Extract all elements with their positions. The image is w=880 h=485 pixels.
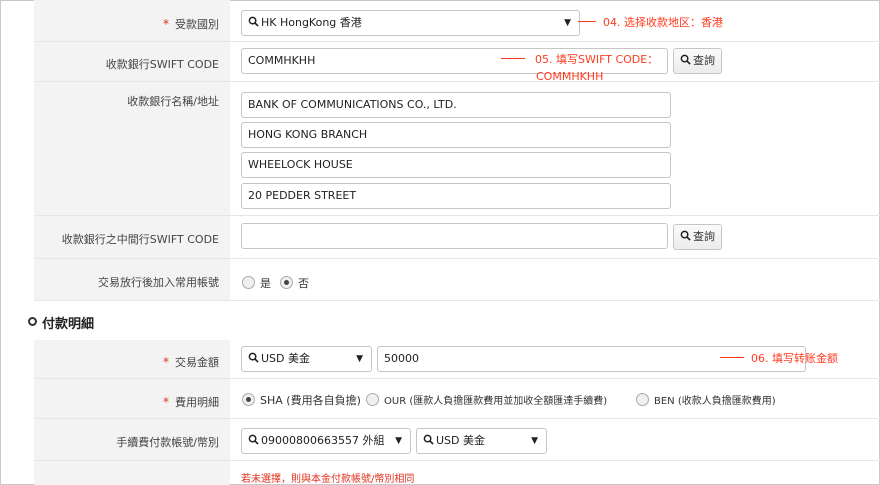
radio-no[interactable] <box>280 276 293 289</box>
row-add-common: 交易放行後加入常用帳號 <box>34 259 880 301</box>
label-cell: * 受款國別 <box>34 0 230 41</box>
swift-label: 收款銀行SWIFT CODE <box>105 58 219 71</box>
fee-account-hint: 若未選擇，則與本金付款帳號/幣別相同 <box>241 474 415 485</box>
caret-down-icon: ▼ <box>395 436 402 446</box>
intermediary-label: 收款銀行之中間行SWIFT CODE <box>61 233 219 246</box>
label-cell: 收款銀行SWIFT CODE <box>34 42 230 81</box>
caret-down-icon: ▼ <box>564 18 571 28</box>
row-hint <box>34 461 880 485</box>
label-cell: 手續費付款帳號/幣別 <box>34 419 230 460</box>
bank-name-line-2[interactable]: HONG KONG BRANCH <box>241 122 671 148</box>
search-button-label: 查詢 <box>693 230 715 243</box>
fee-ben-label: BEN (收款人負擔匯款費用) <box>654 396 776 407</box>
label-cell: 收款銀行之中間行SWIFT CODE <box>34 216 230 258</box>
currency-value: USD 美金 <box>261 352 311 365</box>
label-cell <box>34 461 230 485</box>
caret-down-icon: ▼ <box>531 436 538 446</box>
search-icon <box>248 434 259 445</box>
required-star: * <box>163 395 169 409</box>
bank-name-label: 收款銀行名稱/地址 <box>127 95 219 108</box>
search-icon <box>248 16 259 27</box>
section-title: 付款明細 <box>42 317 95 332</box>
radio-fee-our[interactable] <box>366 393 379 406</box>
bank-line-text: 20 PEDDER STREET <box>248 189 357 202</box>
bank-line-text: WHEELOCK HOUSE <box>248 158 353 171</box>
intermediary-search-button[interactable]: 查詢 <box>673 224 722 250</box>
country-value: HK HongKong 香港 <box>261 16 362 29</box>
radio-fee-sha[interactable] <box>242 393 255 406</box>
fee-label: * 費用明細 <box>163 395 219 409</box>
label-cell: 收款銀行名稱/地址 <box>34 82 230 215</box>
fee-account-value: 09000800663557 外組 <box>261 434 385 447</box>
country-label: * 受款國別 <box>163 17 219 31</box>
amount-value: 50000 <box>384 352 419 365</box>
bank-name-line-1[interactable]: BANK OF COMMUNICATIONS CO., LTD. <box>241 92 671 118</box>
radio-no-label: 否 <box>298 277 309 290</box>
search-icon <box>248 352 259 363</box>
search-icon <box>680 54 691 65</box>
annotation-04: 04. 选择收款地区：香港 <box>603 16 723 29</box>
amount-currency-select[interactable]: USD 美金 ▼ <box>241 346 372 372</box>
fee-currency-select[interactable]: USD 美金 ▼ <box>416 428 547 454</box>
search-button-label: 查詢 <box>693 54 715 67</box>
fee-our-label: OUR (匯款人負擔匯款費用並加收全額匯達手續費) <box>384 396 608 407</box>
swift-search-button[interactable]: 查詢 <box>673 48 722 74</box>
label-cell: * 費用明細 <box>34 379 230 418</box>
label-cell: * 交易金額 <box>34 340 230 378</box>
annotation-arrow-line <box>720 357 744 358</box>
annotation-arrow-line <box>578 21 596 22</box>
swift-value: COMMHKHH <box>248 54 316 67</box>
radio-yes-label: 是 <box>260 277 271 290</box>
fee-currency-value: USD 美金 <box>436 434 486 447</box>
fee-account-select[interactable]: 09000800663557 外組 ▼ <box>241 428 411 454</box>
country-select[interactable]: HK HongKong 香港 ▼ <box>241 10 580 36</box>
bank-line-text: HONG KONG BRANCH <box>248 128 368 141</box>
amount-label: * 交易金額 <box>163 355 219 369</box>
radio-yes[interactable] <box>242 276 255 289</box>
section-bullet-icon <box>28 317 37 326</box>
bank-name-line-3[interactable]: WHEELOCK HOUSE <box>241 152 671 178</box>
bank-name-line-4[interactable]: 20 PEDDER STREET <box>241 183 671 209</box>
required-star: * <box>163 17 169 31</box>
fee-account-label: 手續費付款帳號/幣別 <box>116 436 219 449</box>
annotation-arrow-line <box>501 58 525 59</box>
label-cell: 交易放行後加入常用帳號 <box>34 259 230 300</box>
add-common-label: 交易放行後加入常用帳號 <box>98 276 219 289</box>
radio-fee-ben[interactable] <box>636 393 649 406</box>
annotation-05-line1: 05. 填写SWIFT CODE： <box>535 53 659 66</box>
search-icon <box>680 230 691 241</box>
amount-input[interactable]: 50000 <box>377 346 806 372</box>
intermediary-input[interactable] <box>241 223 668 249</box>
bank-line-text: BANK OF COMMUNICATIONS CO., LTD. <box>248 98 457 111</box>
caret-down-icon: ▼ <box>356 354 363 364</box>
search-icon <box>423 434 434 445</box>
annotation-06: 06. 填写转账金额 <box>751 352 838 365</box>
fee-sha-label: SHA (費用各自負擔) <box>260 394 361 407</box>
required-star: * <box>163 355 169 369</box>
